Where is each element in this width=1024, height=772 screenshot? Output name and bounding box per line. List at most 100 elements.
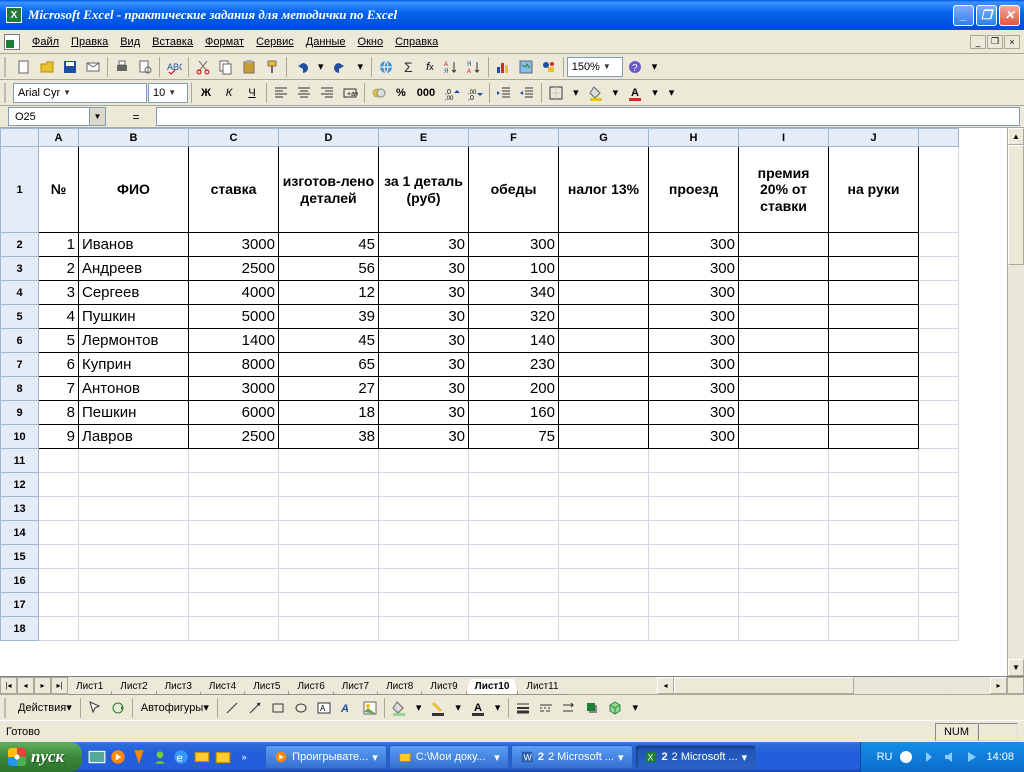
cell[interactable] — [739, 425, 829, 449]
cell[interactable] — [739, 401, 829, 425]
cell[interactable] — [559, 377, 649, 401]
undo-icon[interactable] — [290, 56, 312, 78]
cell[interactable]: 300 — [649, 353, 739, 377]
cell[interactable] — [189, 593, 279, 617]
cell[interactable] — [39, 569, 79, 593]
cell[interactable] — [469, 617, 559, 641]
cell[interactable] — [559, 449, 649, 473]
cell[interactable] — [649, 617, 739, 641]
cell[interactable]: 4 — [39, 305, 79, 329]
header-cell[interactable]: налог 13% — [559, 147, 649, 233]
cell[interactable] — [739, 545, 829, 569]
cell[interactable]: 8000 — [189, 353, 279, 377]
cut-icon[interactable] — [192, 56, 214, 78]
sheet-tab-Лист11[interactable]: Лист11 — [517, 679, 567, 695]
cell[interactable]: 100 — [469, 257, 559, 281]
cell[interactable] — [79, 569, 189, 593]
cell[interactable] — [469, 473, 559, 497]
cell[interactable] — [559, 257, 649, 281]
col-header-I[interactable]: I — [739, 129, 829, 147]
help-icon[interactable]: ? — [624, 56, 646, 78]
cell[interactable]: 4000 — [189, 281, 279, 305]
row-header-14[interactable]: 14 — [1, 521, 39, 545]
show-desktop-icon[interactable] — [88, 747, 106, 767]
cell[interactable] — [649, 521, 739, 545]
cell[interactable]: 8 — [39, 401, 79, 425]
cell[interactable] — [739, 617, 829, 641]
tab-next-icon[interactable]: ▸ — [34, 677, 51, 694]
cell[interactable] — [829, 545, 919, 569]
row-header-12[interactable]: 12 — [1, 473, 39, 497]
comma-icon[interactable]: 000 — [412, 82, 440, 104]
cell[interactable] — [559, 569, 649, 593]
language-indicator[interactable]: RU — [877, 751, 893, 763]
cell[interactable] — [739, 377, 829, 401]
cell[interactable]: 300 — [649, 329, 739, 353]
autosum-icon[interactable]: Σ — [398, 56, 420, 78]
cell[interactable]: 5000 — [189, 305, 279, 329]
font-color-icon[interactable]: А — [624, 82, 646, 104]
clock[interactable]: 14:08 — [986, 751, 1014, 763]
scroll-up-icon[interactable]: ▲ — [1008, 128, 1024, 145]
line-style-icon[interactable] — [512, 697, 534, 719]
cell[interactable]: 30 — [379, 257, 469, 281]
cell[interactable]: 30 — [379, 305, 469, 329]
cell[interactable] — [829, 569, 919, 593]
format-painter-icon[interactable] — [261, 56, 283, 78]
cell[interactable]: 6 — [39, 353, 79, 377]
line-dd[interactable]: ▾ — [450, 697, 466, 719]
undo-dropdown[interactable]: ▾ — [313, 56, 329, 78]
cell[interactable] — [649, 593, 739, 617]
col-header-D[interactable]: D — [279, 129, 379, 147]
cell[interactable]: 3 — [39, 281, 79, 305]
cell[interactable] — [739, 569, 829, 593]
sort-asc-icon[interactable]: АЯ — [440, 56, 462, 78]
cell[interactable] — [829, 593, 919, 617]
minimize-button[interactable]: _ — [953, 5, 974, 26]
cell[interactable] — [559, 281, 649, 305]
menu-window[interactable]: Окно — [352, 34, 390, 50]
cell[interactable]: 200 — [469, 377, 559, 401]
cell[interactable] — [39, 449, 79, 473]
row-header-17[interactable]: 17 — [1, 593, 39, 617]
col-header-E[interactable]: E — [379, 129, 469, 147]
cell[interactable] — [379, 521, 469, 545]
3d-icon[interactable] — [604, 697, 626, 719]
grid[interactable]: ABCDEFGHIJ1№ФИОставкаизготов-лено детале… — [0, 128, 959, 641]
cell[interactable]: 30 — [379, 329, 469, 353]
fill-dd[interactable]: ▾ — [411, 697, 427, 719]
col-header-H[interactable]: H — [649, 129, 739, 147]
cell[interactable] — [39, 521, 79, 545]
col-header-J[interactable]: J — [829, 129, 919, 147]
cell[interactable]: 300 — [649, 377, 739, 401]
map-icon[interactable] — [515, 56, 537, 78]
cell[interactable] — [379, 569, 469, 593]
cell[interactable] — [559, 521, 649, 545]
cell[interactable] — [829, 449, 919, 473]
cell[interactable] — [739, 329, 829, 353]
line-icon[interactable] — [221, 697, 243, 719]
document-icon[interactable] — [4, 34, 20, 50]
header-cell[interactable]: премия 20% от ставки — [739, 147, 829, 233]
cell[interactable]: 2500 — [189, 257, 279, 281]
namebox-dropdown[interactable]: ▼ — [89, 108, 105, 125]
row-header-5[interactable]: 5 — [1, 305, 39, 329]
underline-icon[interactable]: Ч — [241, 82, 263, 104]
toolbar-grip[interactable] — [4, 57, 9, 77]
sheet-tab-Лист9[interactable]: Лист9 — [421, 679, 466, 695]
font-combo[interactable]: Arial Cyr▼ — [13, 83, 147, 103]
cell[interactable]: 30 — [379, 353, 469, 377]
cell[interactable]: Антонов — [79, 377, 189, 401]
cell[interactable] — [829, 425, 919, 449]
email-icon[interactable] — [82, 56, 104, 78]
textbox-icon[interactable]: A — [313, 697, 335, 719]
cell[interactable]: 38 — [279, 425, 379, 449]
paste-icon[interactable] — [238, 56, 260, 78]
menu-insert[interactable]: Вставка — [146, 34, 199, 50]
cell[interactable] — [469, 449, 559, 473]
font-color-dropdown[interactable]: ▾ — [647, 82, 663, 104]
font-dd[interactable]: ▾ — [490, 697, 506, 719]
col-header-B[interactable]: B — [79, 129, 189, 147]
outlook-icon[interactable] — [193, 747, 211, 767]
cell[interactable] — [739, 257, 829, 281]
